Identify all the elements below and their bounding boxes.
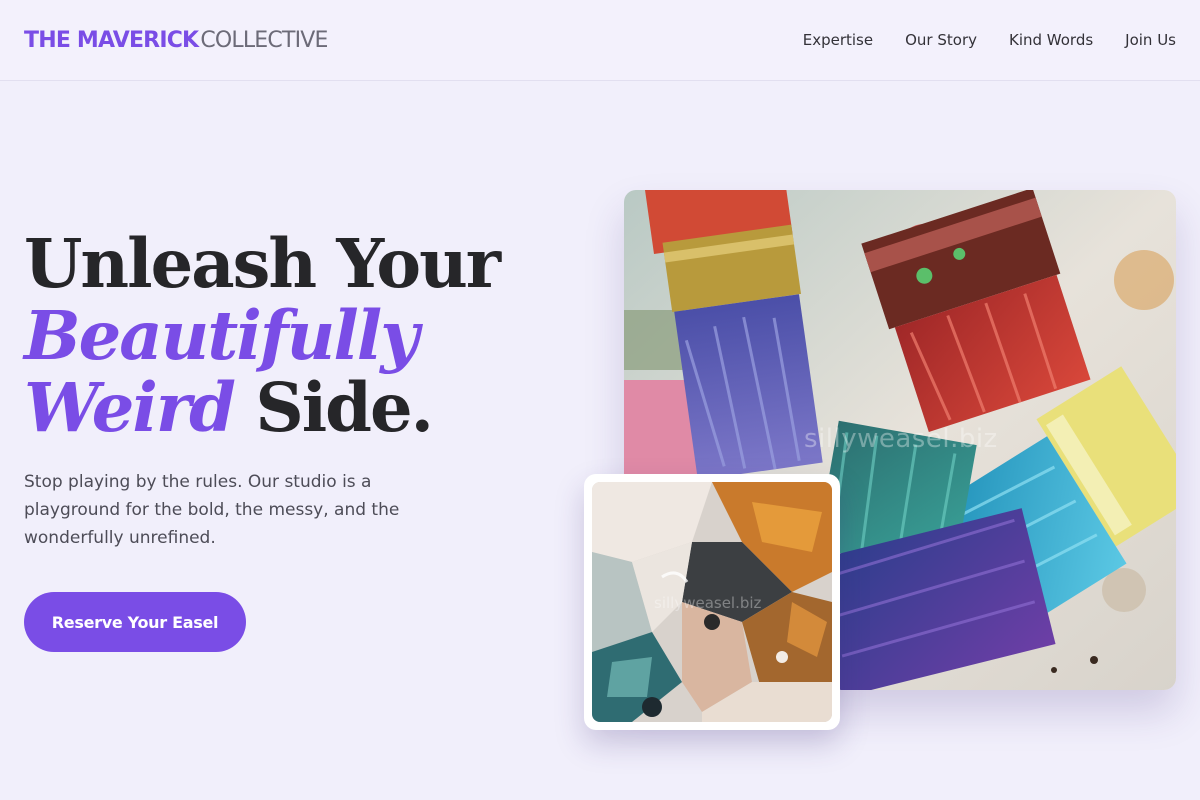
hero-title: Unleash Your Beautifully Weird Side. [24, 224, 501, 444]
hero-title-end: Side. [255, 368, 434, 447]
nav-link-expertise[interactable]: Expertise [803, 29, 873, 51]
main-image-watermark: sillyweasel.biz [804, 424, 998, 454]
brand-logo[interactable]: THE MAVERICKCOLLECTIVE [24, 27, 328, 55]
reserve-easel-button[interactable]: Reserve Your Easel [24, 592, 246, 652]
hero-title-line1: Unleash Your [24, 224, 501, 303]
hero-inset-image: sillyweasel.biz [592, 482, 832, 722]
inset-image-watermark: sillyweasel.biz [654, 594, 762, 612]
hero-title-accent-weird: Weird [24, 368, 236, 447]
hero-inset-image-card: sillyweasel.biz [584, 474, 840, 730]
main-nav: Expertise Our Story Kind Words Join Us [803, 29, 1176, 51]
hero-title-line3: Weird Side. [24, 372, 499, 444]
nav-link-our-story[interactable]: Our Story [905, 29, 977, 51]
brand-name-strong: THE MAVERICK [24, 28, 199, 53]
site-header: THE MAVERICKCOLLECTIVE Expertise Our Sto… [0, 0, 1200, 81]
brand-name-light: COLLECTIVE [200, 28, 328, 53]
hero-subtitle: Stop playing by the rules. Our studio is… [24, 472, 400, 548]
nav-link-join-us[interactable]: Join Us [1125, 29, 1176, 51]
nav-link-kind-words[interactable]: Kind Words [1009, 29, 1093, 51]
hero-title-accent-beautifully: Beautifully [24, 296, 419, 375]
